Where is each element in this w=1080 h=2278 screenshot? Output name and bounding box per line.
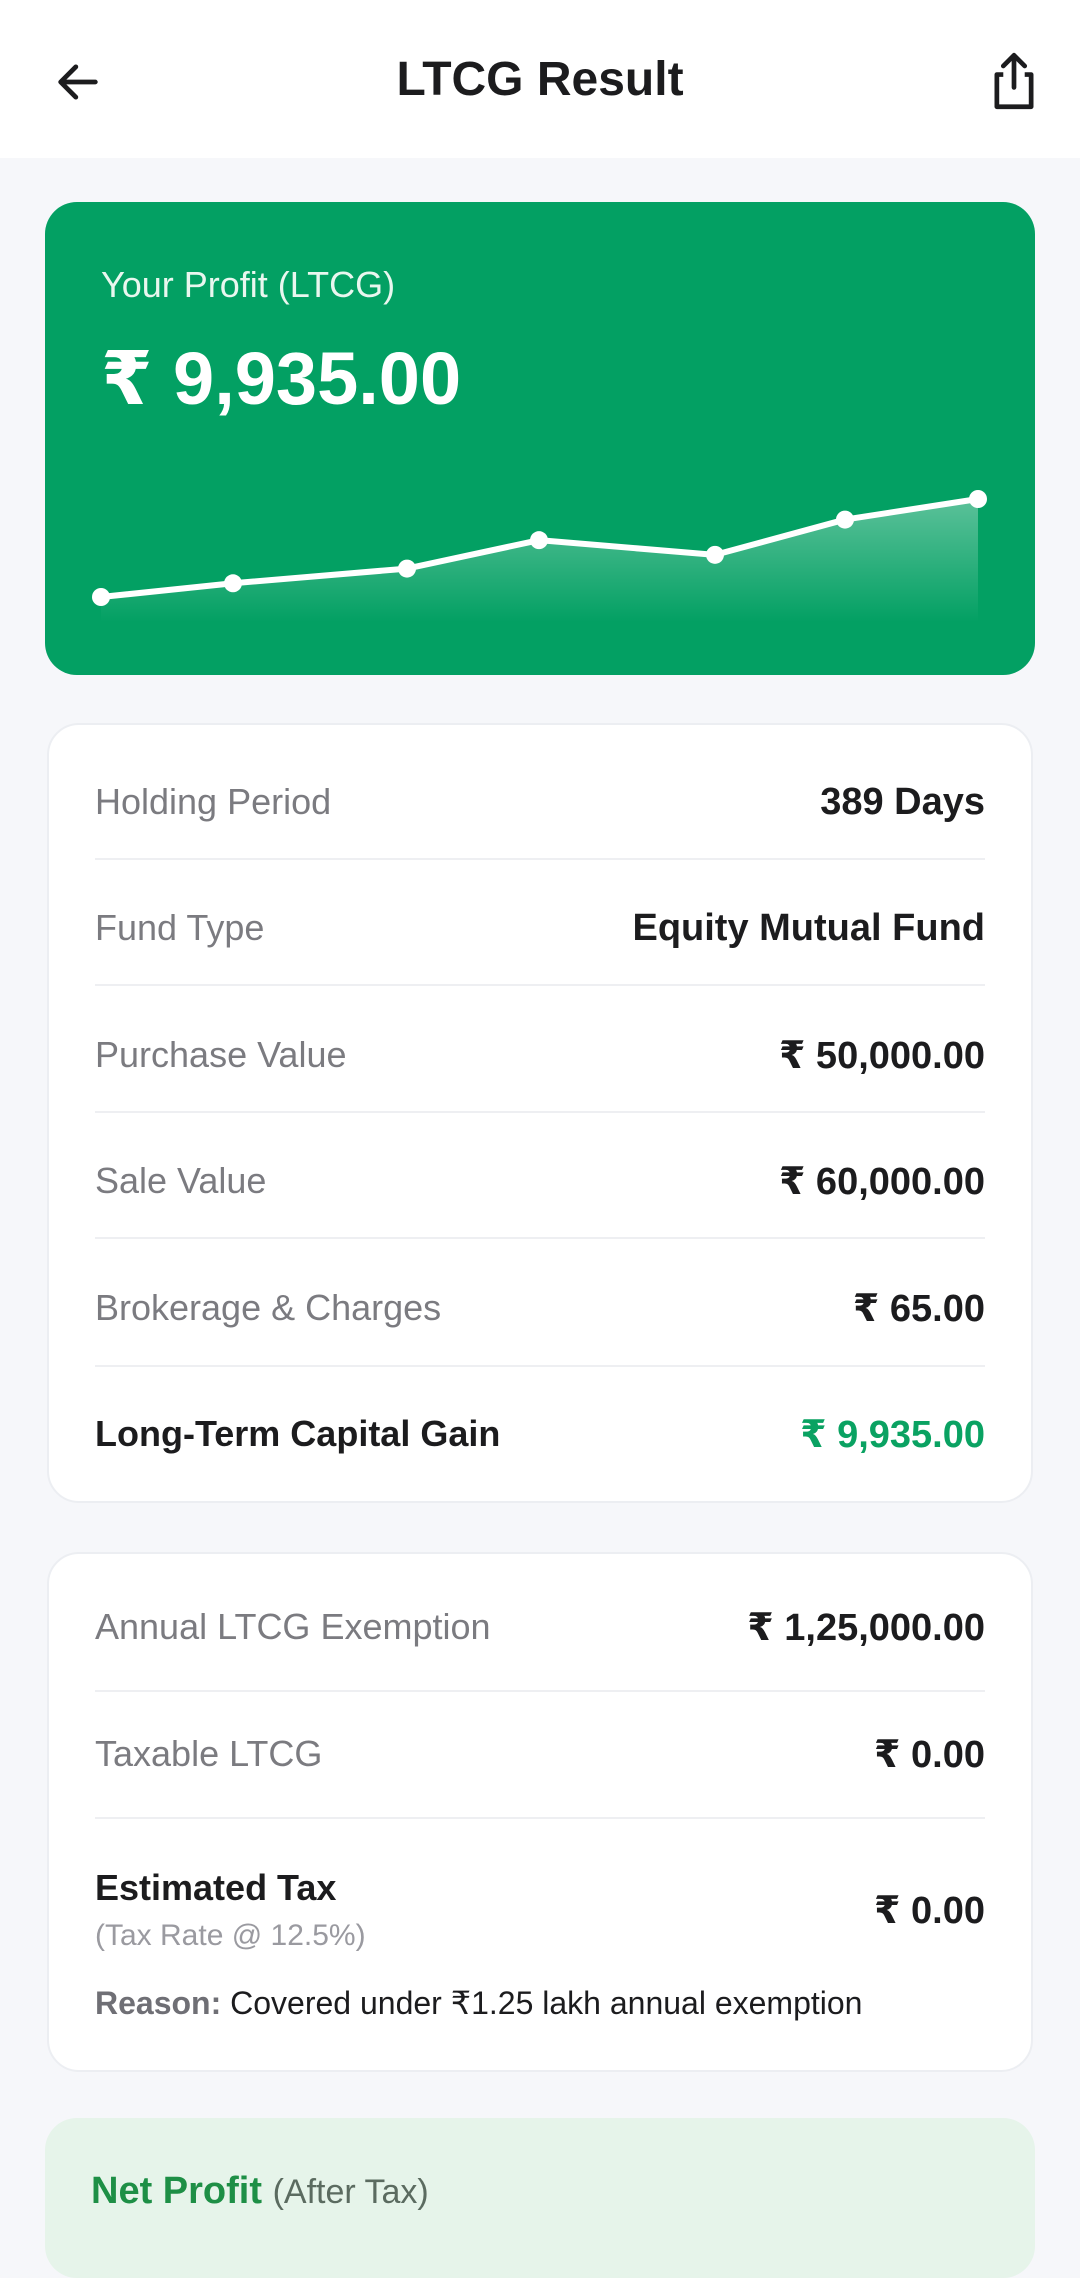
sparkline-point [836,510,854,529]
divider [95,984,985,986]
row-label: Annual LTCG Exemption [95,1606,491,1647]
row-holding-period: Holding Period 389 Days [95,765,985,839]
reason-text: Reason: Covered under ₹1.25 lakh annual … [95,1984,862,2022]
row-ltcg: Long-Term Capital Gain ₹ 9,935.00 [95,1397,985,1471]
net-profit-label: Net Profit [91,2170,262,2212]
app-bar: LTCG Result [0,0,1080,158]
reason-value: Covered under ₹1.25 lakh annual exemptio… [230,1985,863,2021]
row-sale-value: Sale Value ₹ 60,000.00 [95,1144,985,1218]
reason-key: Reason: [95,1985,222,2021]
net-profit-paren: (After Tax) [272,2173,429,2211]
row-label: Long-Term Capital Gain [95,1413,501,1454]
row-estimated-tax: Estimated Tax (Tax Rate @ 12.5%) ₹ 0.00 [95,1850,985,1970]
profit-sparkline [92,490,987,622]
row-label: Purchase Value [95,1034,347,1075]
share-icon [994,52,1034,110]
row-label: Taxable LTCG [95,1733,323,1774]
row-label: Sale Value [95,1160,267,1201]
row-value: Equity Mutual Fund [632,906,985,949]
row-taxable-ltcg: Taxable LTCG ₹ 0.00 [95,1717,985,1791]
divider [95,1690,985,1692]
row-brokerage: Brokerage & Charges ₹ 65.00 [95,1271,985,1345]
divider [95,1365,985,1367]
sparkline-point [398,559,416,578]
row-label: Brokerage & Charges [95,1287,442,1328]
sparkline-point [969,490,987,508]
row-fund-type: Fund Type Equity Mutual Fund [95,891,985,965]
row-value: ₹ 0.00 [874,1733,985,1776]
net-profit-card: Net Profit (After Tax) [45,2118,1035,2278]
sparkline-point [224,574,242,593]
row-purchase-value: Purchase Value ₹ 50,000.00 [95,1018,985,1092]
sparkline-point [530,531,548,550]
row-value: ₹ 1,25,000.00 [747,1606,985,1649]
sparkline-point [92,588,110,606]
divider [95,1817,985,1819]
details-card: Holding Period 389 Days Fund Type Equity… [47,723,1033,1503]
row-value: ₹ 50,000.00 [778,1034,985,1077]
estimated-tax-label-group: Estimated Tax (Tax Rate @ 12.5%) [95,1867,366,1953]
row-value: ₹ 0.00 [874,1889,985,1932]
divider [95,1111,985,1113]
row-value: 389 Days [820,780,985,823]
tax-card: Annual LTCG Exemption ₹ 1,25,000.00 Taxa… [47,1552,1033,2072]
row-label: Estimated Tax [95,1867,337,1908]
profit-card: Your Profit (LTCG) ₹ 9,935.00 [45,202,1035,675]
row-label: Holding Period [95,781,332,822]
tax-rate-note: (Tax Rate @ 12.5%) [95,1919,366,1952]
net-profit-title: Net Profit (After Tax) [91,2170,429,2213]
sparkline-point [706,545,724,564]
row-label: Fund Type [95,907,265,948]
page-title: LTCG Result [396,53,684,106]
row-value: ₹ 60,000.00 [778,1160,985,1203]
divider [95,858,985,860]
share-button[interactable] [982,46,1046,116]
row-value: ₹ 65.00 [852,1287,985,1330]
row-exemption: Annual LTCG Exemption ₹ 1,25,000.00 [95,1590,985,1664]
divider [95,1237,985,1239]
row-value: ₹ 9,935.00 [800,1413,985,1456]
